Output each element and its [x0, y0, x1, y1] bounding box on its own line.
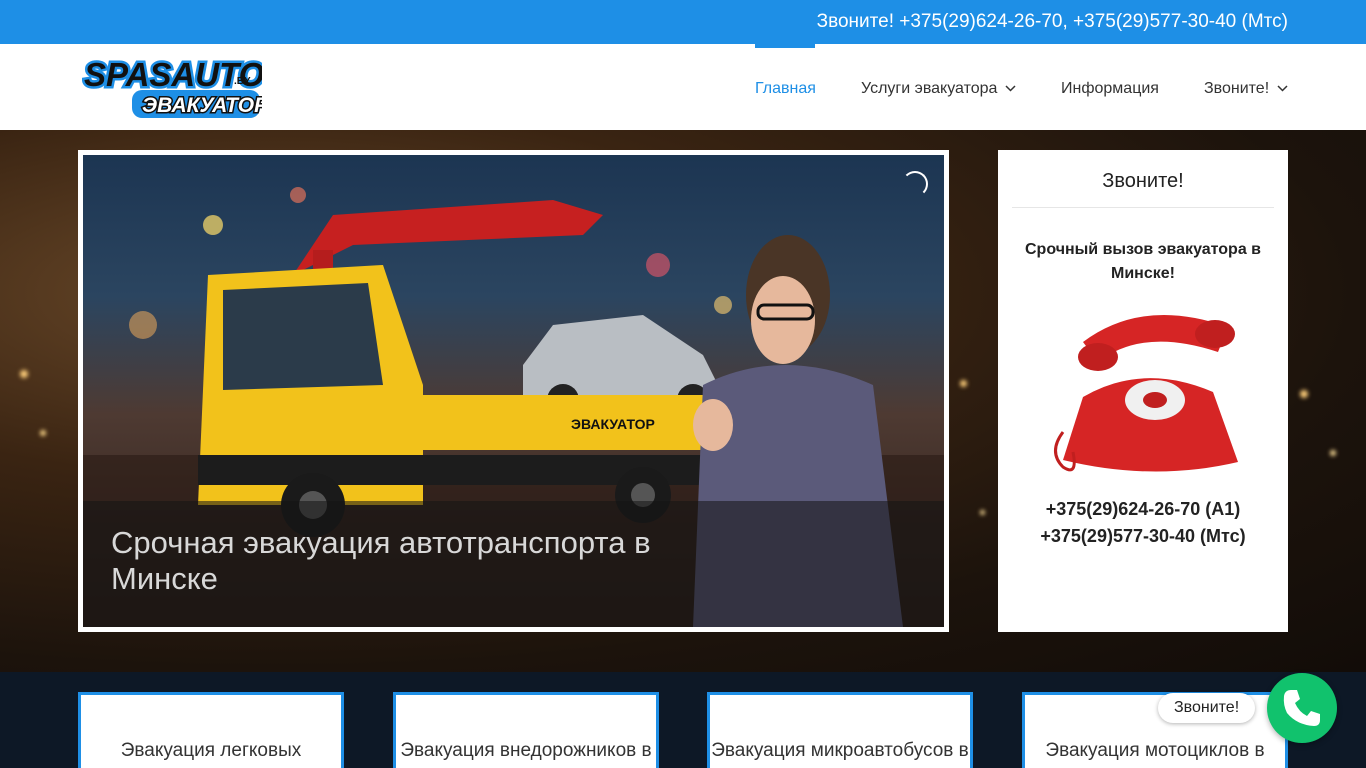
nav-item-services[interactable]: Услуги эвакуатора [861, 80, 1016, 98]
call-widget-label[interactable]: Звоните! [1158, 693, 1256, 723]
site-header: SPASAUTO .BY ЭВАКУАТОР Главная Услуги эв… [0, 44, 1366, 130]
hero-slider[interactable]: ЭВАКУАТОР Срочная эвакуация автотранспор… [78, 150, 949, 632]
sidebar-phone-2[interactable]: +375(29)577-30-40 (Мтс) [998, 523, 1288, 550]
call-sidebar: Звоните! Срочный вызов эвакуатора в Минс… [998, 150, 1288, 632]
sidebar-phones: +375(29)624-26-70 (А1) +375(29)577-30-40… [998, 496, 1288, 550]
svg-text:ЭВАКУАТОР: ЭВАКУАТОР [571, 416, 655, 432]
chevron-down-icon [1277, 85, 1288, 92]
svg-text:ЭВАКУАТОР: ЭВАКУАТОР [142, 94, 262, 117]
sidebar-divider [1012, 207, 1274, 208]
top-contact-bar: Звоните! +375(29)624-26-70, +375(29)577-… [0, 0, 1366, 44]
service-card[interactable]: Эвакуация внедорожников в Минске [393, 692, 659, 768]
site-logo[interactable]: SPASAUTO .BY ЭВАКУАТОР [82, 54, 262, 120]
services-cards: Эвакуация легковых автомобилей Эвакуация… [0, 672, 1366, 768]
call-widget-button[interactable] [1267, 673, 1337, 743]
nav-item-call[interactable]: Звоните! [1204, 80, 1288, 98]
service-card[interactable]: Эвакуация микроавтобусов в Минске [707, 692, 973, 768]
service-card[interactable]: Эвакуация легковых автомобилей [78, 692, 344, 768]
svg-text:SPASAUTO: SPASAUTO [84, 56, 262, 93]
nav-item-info[interactable]: Информация [1061, 80, 1159, 98]
nav-item-home[interactable]: Главная [755, 80, 816, 98]
sidebar-phone-1[interactable]: +375(29)624-26-70 (А1) [998, 496, 1288, 523]
nav-item-services-label: Услуги эвакуатора [861, 80, 998, 97]
slide-title: Срочная эвакуация автотранспорта в Минск… [111, 525, 651, 596]
svg-text:.BY: .BY [234, 76, 251, 87]
slide-image: ЭВАКУАТОР Срочная эвакуация автотранспор… [83, 155, 944, 627]
loading-spinner-icon [902, 171, 928, 197]
top-contact-text[interactable]: Звоните! +375(29)624-26-70, +375(29)577-… [817, 11, 1288, 33]
red-phone-icon [1054, 315, 1238, 472]
chevron-down-icon [1005, 85, 1016, 92]
phone-icon [1283, 690, 1320, 726]
nav-item-call-label: Звоните! [1204, 80, 1270, 97]
sidebar-title: Звоните! [1102, 170, 1184, 192]
sidebar-text: Срочный вызов эвакуатора в Минске! [1024, 241, 1261, 282]
nav-active-indicator [755, 44, 815, 48]
slide-caption: Срочная эвакуация автотранспорта в Минск… [83, 501, 944, 627]
